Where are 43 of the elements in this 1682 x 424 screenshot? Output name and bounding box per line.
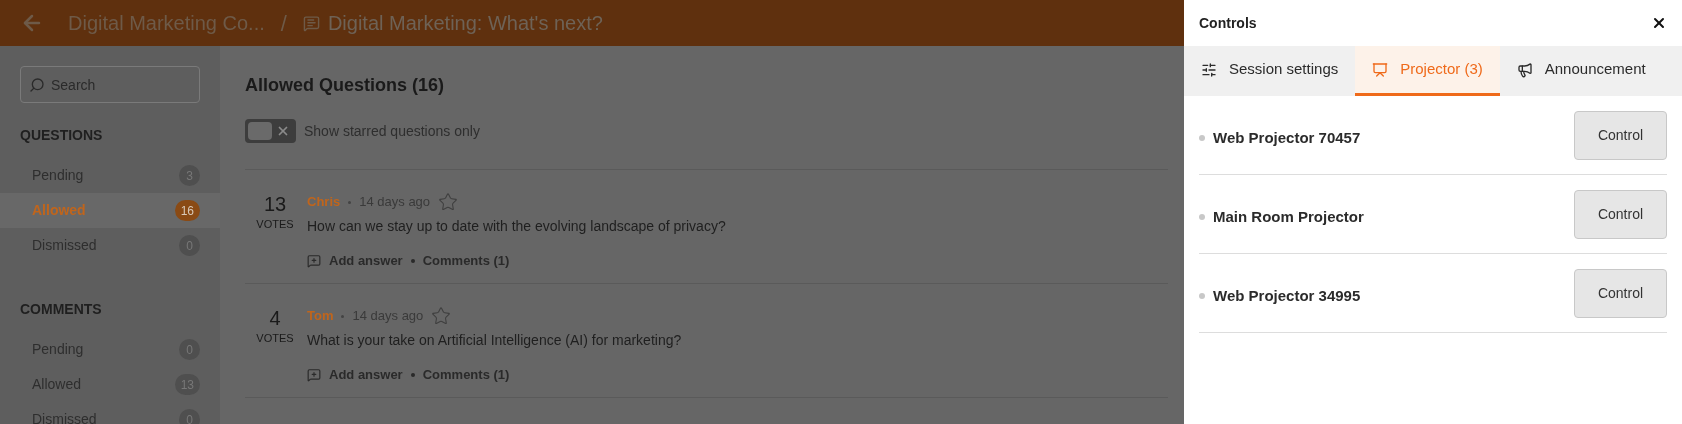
section-heading: COMMENTS [19, 300, 103, 319]
count-badge: 16 [174, 200, 200, 221]
comments-link[interactable]: Comments (1) [422, 251, 510, 271]
vote-count: 13 [263, 192, 287, 216]
sidebar-item[interactable]: Allowed 16 [0, 193, 220, 228]
toggle-switch[interactable] [245, 119, 296, 143]
star-icon[interactable] [438, 192, 459, 212]
projector-name: Main Room Projector [1213, 207, 1364, 227]
breadcrumb-separator: / [280, 9, 287, 38]
votes-label: VOTES [256, 331, 294, 346]
comment-plus-icon [307, 253, 321, 268]
vote-count: 4 [269, 306, 281, 330]
close-icon[interactable] [1651, 15, 1667, 31]
projector-name: Web Projector 70457 [1213, 128, 1361, 148]
question-text: What is your take on Artificial Intelligence (AI) for marketing? [307, 331, 682, 350]
panel-tab[interactable]: Projector (3) [1355, 46, 1500, 96]
question-bubble-icon [302, 14, 320, 32]
star-icon[interactable] [431, 306, 452, 326]
control-button[interactable]: Control [1574, 190, 1667, 239]
megaphone-icon [1516, 61, 1533, 78]
control-button[interactable]: Control [1574, 111, 1667, 160]
comments-link[interactable]: Comments (1) [422, 365, 510, 385]
breadcrumb-link[interactable]: Digital Marketing Co... [68, 8, 265, 38]
section-title: Allowed Questions (16) [245, 74, 446, 97]
sliders-icon [1201, 61, 1217, 78]
section-heading: QUESTIONS [19, 126, 104, 145]
search-icon [29, 77, 45, 93]
x-icon [276, 124, 290, 138]
projector-name: Web Projector 34995 [1213, 286, 1361, 306]
author-name: Tom [307, 307, 334, 326]
comment-plus-icon [307, 367, 321, 382]
panel-tab[interactable]: Announcement [1499, 46, 1663, 96]
votes-label: VOTES [256, 217, 294, 232]
author-name: Chris [307, 193, 341, 212]
add-answer-link[interactable]: Add answer [329, 365, 403, 385]
page-title: Digital Marketing: What's next? [327, 11, 603, 36]
toggle-label: Show starred questions only [304, 121, 480, 141]
control-button[interactable]: Control [1574, 269, 1667, 318]
add-answer-link[interactable]: Add answer [329, 251, 403, 271]
panel-title: Controls [1199, 13, 1257, 33]
projector-screen-icon [1372, 61, 1389, 78]
question-text: How can we stay up to date with the evolving landscape of privacy? [307, 217, 726, 236]
panel-tab[interactable]: Session settings [1184, 46, 1356, 96]
